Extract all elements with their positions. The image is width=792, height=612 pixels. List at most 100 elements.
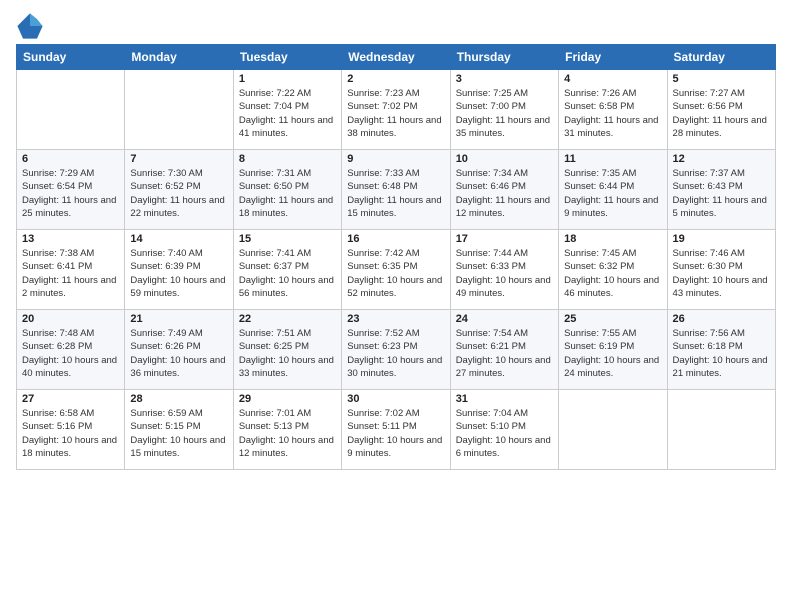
calendar-cell: 6Sunrise: 7:29 AM Sunset: 6:54 PM Daylig… bbox=[17, 150, 125, 230]
calendar-week-row: 20 Sunrise: 7:48 AM Sunset: 6:28 PM Dayli… bbox=[17, 310, 776, 390]
calendar-cell bbox=[559, 390, 667, 470]
calendar-cell: 29Sunrise: 7:01 AM Sunset: 5:13 PM Dayli… bbox=[233, 390, 341, 470]
day-info: Sunrise: 7:51 AM Sunset: 6:25 PM Dayligh… bbox=[239, 327, 336, 380]
calendar-cell bbox=[17, 70, 125, 150]
calendar-week-row: 27 Sunrise: 6:58 AM Sunset: 5:16 PM Dayli… bbox=[17, 390, 776, 470]
calendar-cell: 14Sunrise: 7:40 AM Sunset: 6:39 PM Dayli… bbox=[125, 230, 233, 310]
weekday-header: Saturday bbox=[667, 45, 775, 70]
calendar-cell: 11 Sunrise: 7:35 AM Sunset: 6:44 PM Dayli… bbox=[559, 150, 667, 230]
logo bbox=[16, 12, 48, 40]
calendar-cell: 1 Sunrise: 7:22 AM Sunset: 7:04 PM Daylig… bbox=[233, 70, 341, 150]
day-number: 1 bbox=[239, 73, 336, 85]
calendar-cell: 10 Sunrise: 7:34 AM Sunset: 6:46 PM Dayli… bbox=[450, 150, 558, 230]
calendar-table: SundayMondayTuesdayWednesdayThursdayFrid… bbox=[16, 44, 776, 470]
calendar-cell: 17 Sunrise: 7:44 AM Sunset: 6:33 PM Dayli… bbox=[450, 230, 558, 310]
day-number: 11 bbox=[564, 153, 661, 165]
day-number: 9 bbox=[347, 153, 444, 165]
day-info: Sunrise: 7:38 AM Sunset: 6:41 PM Dayligh… bbox=[22, 247, 119, 300]
day-info: Sunrise: 7:48 AM Sunset: 6:28 PM Dayligh… bbox=[22, 327, 119, 380]
day-number: 13 bbox=[22, 233, 119, 245]
day-info: Sunrise: 7:34 AM Sunset: 6:46 PM Dayligh… bbox=[456, 167, 553, 220]
calendar-cell: 25 Sunrise: 7:55 AM Sunset: 6:19 PM Dayli… bbox=[559, 310, 667, 390]
day-number: 31 bbox=[456, 393, 553, 405]
calendar-cell: 3 Sunrise: 7:25 AM Sunset: 7:00 PM Daylig… bbox=[450, 70, 558, 150]
day-info: Sunrise: 7:45 AM Sunset: 6:32 PM Dayligh… bbox=[564, 247, 661, 300]
calendar-cell: 15Sunrise: 7:41 AM Sunset: 6:37 PM Dayli… bbox=[233, 230, 341, 310]
calendar-cell: 26 Sunrise: 7:56 AM Sunset: 6:18 PM Dayli… bbox=[667, 310, 775, 390]
weekday-header: Wednesday bbox=[342, 45, 450, 70]
day-number: 28 bbox=[130, 393, 227, 405]
calendar-cell: 21 Sunrise: 7:49 AM Sunset: 6:26 PM Dayli… bbox=[125, 310, 233, 390]
day-info: Sunrise: 7:44 AM Sunset: 6:33 PM Dayligh… bbox=[456, 247, 553, 300]
day-number: 23 bbox=[347, 313, 444, 325]
day-number: 7 bbox=[130, 153, 227, 165]
day-info: Sunrise: 7:23 AM Sunset: 7:02 PM Dayligh… bbox=[347, 87, 444, 140]
weekday-header: Monday bbox=[125, 45, 233, 70]
calendar-cell: 19 Sunrise: 7:46 AM Sunset: 6:30 PM Dayli… bbox=[667, 230, 775, 310]
day-info: Sunrise: 7:56 AM Sunset: 6:18 PM Dayligh… bbox=[673, 327, 770, 380]
calendar-cell: 5 Sunrise: 7:27 AM Sunset: 6:56 PM Daylig… bbox=[667, 70, 775, 150]
header bbox=[16, 12, 776, 40]
day-info: Sunrise: 6:58 AM Sunset: 5:16 PM Dayligh… bbox=[22, 407, 119, 460]
day-number: 24 bbox=[456, 313, 553, 325]
day-info: Sunrise: 7:55 AM Sunset: 6:19 PM Dayligh… bbox=[564, 327, 661, 380]
day-info: Sunrise: 7:26 AM Sunset: 6:58 PM Dayligh… bbox=[564, 87, 661, 140]
day-number: 26 bbox=[673, 313, 770, 325]
calendar-cell: 2 Sunrise: 7:23 AM Sunset: 7:02 PM Daylig… bbox=[342, 70, 450, 150]
weekday-header: Tuesday bbox=[233, 45, 341, 70]
calendar-cell bbox=[667, 390, 775, 470]
calendar-cell: 16 Sunrise: 7:42 AM Sunset: 6:35 PM Dayli… bbox=[342, 230, 450, 310]
day-info: Sunrise: 7:42 AM Sunset: 6:35 PM Dayligh… bbox=[347, 247, 444, 300]
day-info: Sunrise: 7:46 AM Sunset: 6:30 PM Dayligh… bbox=[673, 247, 770, 300]
day-info: Sunrise: 7:37 AM Sunset: 6:43 PM Dayligh… bbox=[673, 167, 770, 220]
day-info: Sunrise: 7:35 AM Sunset: 6:44 PM Dayligh… bbox=[564, 167, 661, 220]
day-number: 5 bbox=[673, 73, 770, 85]
day-info: Sunrise: 7:49 AM Sunset: 6:26 PM Dayligh… bbox=[130, 327, 227, 380]
day-info: Sunrise: 7:27 AM Sunset: 6:56 PM Dayligh… bbox=[673, 87, 770, 140]
day-info: Sunrise: 7:04 AM Sunset: 5:10 PM Dayligh… bbox=[456, 407, 553, 460]
day-number: 19 bbox=[673, 233, 770, 245]
calendar-cell: 23 Sunrise: 7:52 AM Sunset: 6:23 PM Dayli… bbox=[342, 310, 450, 390]
calendar-cell: 4 Sunrise: 7:26 AM Sunset: 6:58 PM Daylig… bbox=[559, 70, 667, 150]
weekday-header: Sunday bbox=[17, 45, 125, 70]
day-info: Sunrise: 7:54 AM Sunset: 6:21 PM Dayligh… bbox=[456, 327, 553, 380]
calendar-cell: 12 Sunrise: 7:37 AM Sunset: 6:43 PM Dayli… bbox=[667, 150, 775, 230]
calendar-cell: 31 Sunrise: 7:04 AM Sunset: 5:10 PM Dayli… bbox=[450, 390, 558, 470]
calendar-cell: 24 Sunrise: 7:54 AM Sunset: 6:21 PM Dayli… bbox=[450, 310, 558, 390]
day-number: 8 bbox=[239, 153, 336, 165]
calendar-cell: 8 Sunrise: 7:31 AM Sunset: 6:50 PM Daylig… bbox=[233, 150, 341, 230]
day-number: 27 bbox=[22, 393, 119, 405]
day-number: 4 bbox=[564, 73, 661, 85]
logo-icon bbox=[16, 12, 44, 40]
day-number: 21 bbox=[130, 313, 227, 325]
day-info: Sunrise: 7:22 AM Sunset: 7:04 PM Dayligh… bbox=[239, 87, 336, 140]
day-info: Sunrise: 7:29 AM Sunset: 6:54 PM Dayligh… bbox=[22, 167, 119, 220]
calendar-cell: 7 Sunrise: 7:30 AM Sunset: 6:52 PM Daylig… bbox=[125, 150, 233, 230]
calendar-cell: 28Sunrise: 6:59 AM Sunset: 5:15 PM Dayli… bbox=[125, 390, 233, 470]
calendar-week-row: 1 Sunrise: 7:22 AM Sunset: 7:04 PM Daylig… bbox=[17, 70, 776, 150]
weekday-header: Friday bbox=[559, 45, 667, 70]
calendar-cell: 30 Sunrise: 7:02 AM Sunset: 5:11 PM Dayli… bbox=[342, 390, 450, 470]
calendar-cell: 27 Sunrise: 6:58 AM Sunset: 5:16 PM Dayli… bbox=[17, 390, 125, 470]
weekday-header-row: SundayMondayTuesdayWednesdayThursdayFrid… bbox=[17, 45, 776, 70]
day-number: 25 bbox=[564, 313, 661, 325]
day-number: 2 bbox=[347, 73, 444, 85]
day-info: Sunrise: 7:52 AM Sunset: 6:23 PM Dayligh… bbox=[347, 327, 444, 380]
calendar-week-row: 6Sunrise: 7:29 AM Sunset: 6:54 PM Daylig… bbox=[17, 150, 776, 230]
day-info: Sunrise: 7:31 AM Sunset: 6:50 PM Dayligh… bbox=[239, 167, 336, 220]
day-info: Sunrise: 7:25 AM Sunset: 7:00 PM Dayligh… bbox=[456, 87, 553, 140]
day-info: Sunrise: 7:41 AM Sunset: 6:37 PM Dayligh… bbox=[239, 247, 336, 300]
day-number: 12 bbox=[673, 153, 770, 165]
calendar-cell: 13 Sunrise: 7:38 AM Sunset: 6:41 PM Dayli… bbox=[17, 230, 125, 310]
calendar-week-row: 13 Sunrise: 7:38 AM Sunset: 6:41 PM Dayli… bbox=[17, 230, 776, 310]
day-number: 30 bbox=[347, 393, 444, 405]
day-info: Sunrise: 7:02 AM Sunset: 5:11 PM Dayligh… bbox=[347, 407, 444, 460]
day-number: 3 bbox=[456, 73, 553, 85]
calendar-cell: 20 Sunrise: 7:48 AM Sunset: 6:28 PM Dayli… bbox=[17, 310, 125, 390]
day-info: Sunrise: 7:30 AM Sunset: 6:52 PM Dayligh… bbox=[130, 167, 227, 220]
day-number: 16 bbox=[347, 233, 444, 245]
day-number: 20 bbox=[22, 313, 119, 325]
day-number: 10 bbox=[456, 153, 553, 165]
day-number: 22 bbox=[239, 313, 336, 325]
day-number: 17 bbox=[456, 233, 553, 245]
